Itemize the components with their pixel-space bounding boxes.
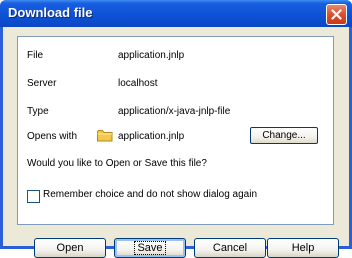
- server-label: Server: [27, 78, 57, 89]
- change-button[interactable]: Change...: [250, 127, 318, 144]
- title-bar[interactable]: Download file: [0, 0, 352, 27]
- remember-choice-label[interactable]: Remember choice and do not show dialog a…: [43, 189, 257, 200]
- open-or-save-question: Would you like to Open or Save this file…: [27, 158, 207, 169]
- opens-with-label: Opens with: [27, 131, 78, 142]
- open-button[interactable]: Open: [34, 238, 106, 258]
- help-button-label: Help: [291, 242, 315, 254]
- save-button[interactable]: Save: [114, 238, 186, 258]
- dialog-body: File application.jnlp Server localhost T…: [3, 27, 349, 258]
- dialog-title: Download file: [8, 5, 93, 20]
- file-value: application.jnlp: [118, 50, 185, 61]
- opens-with-value: application.jnlp: [118, 131, 185, 142]
- file-details-panel: File application.jnlp Server localhost T…: [17, 36, 334, 225]
- save-button-label: Save: [134, 241, 166, 255]
- close-icon: [331, 9, 342, 20]
- file-label: File: [27, 50, 44, 61]
- open-button-label: Open: [56, 242, 84, 254]
- download-file-dialog: Download file File application.jnlp Serv…: [0, 0, 352, 258]
- folder-icon: [97, 130, 113, 142]
- type-label: Type: [27, 106, 49, 117]
- type-value: application/x-java-jnlp-file: [118, 106, 231, 117]
- close-button[interactable]: [326, 4, 347, 25]
- remember-choice-checkbox[interactable]: [27, 190, 40, 203]
- server-value: localhost: [118, 78, 158, 89]
- help-button[interactable]: Help: [267, 238, 339, 258]
- cancel-button-label: Cancel: [212, 242, 248, 254]
- cancel-button[interactable]: Cancel: [194, 238, 266, 258]
